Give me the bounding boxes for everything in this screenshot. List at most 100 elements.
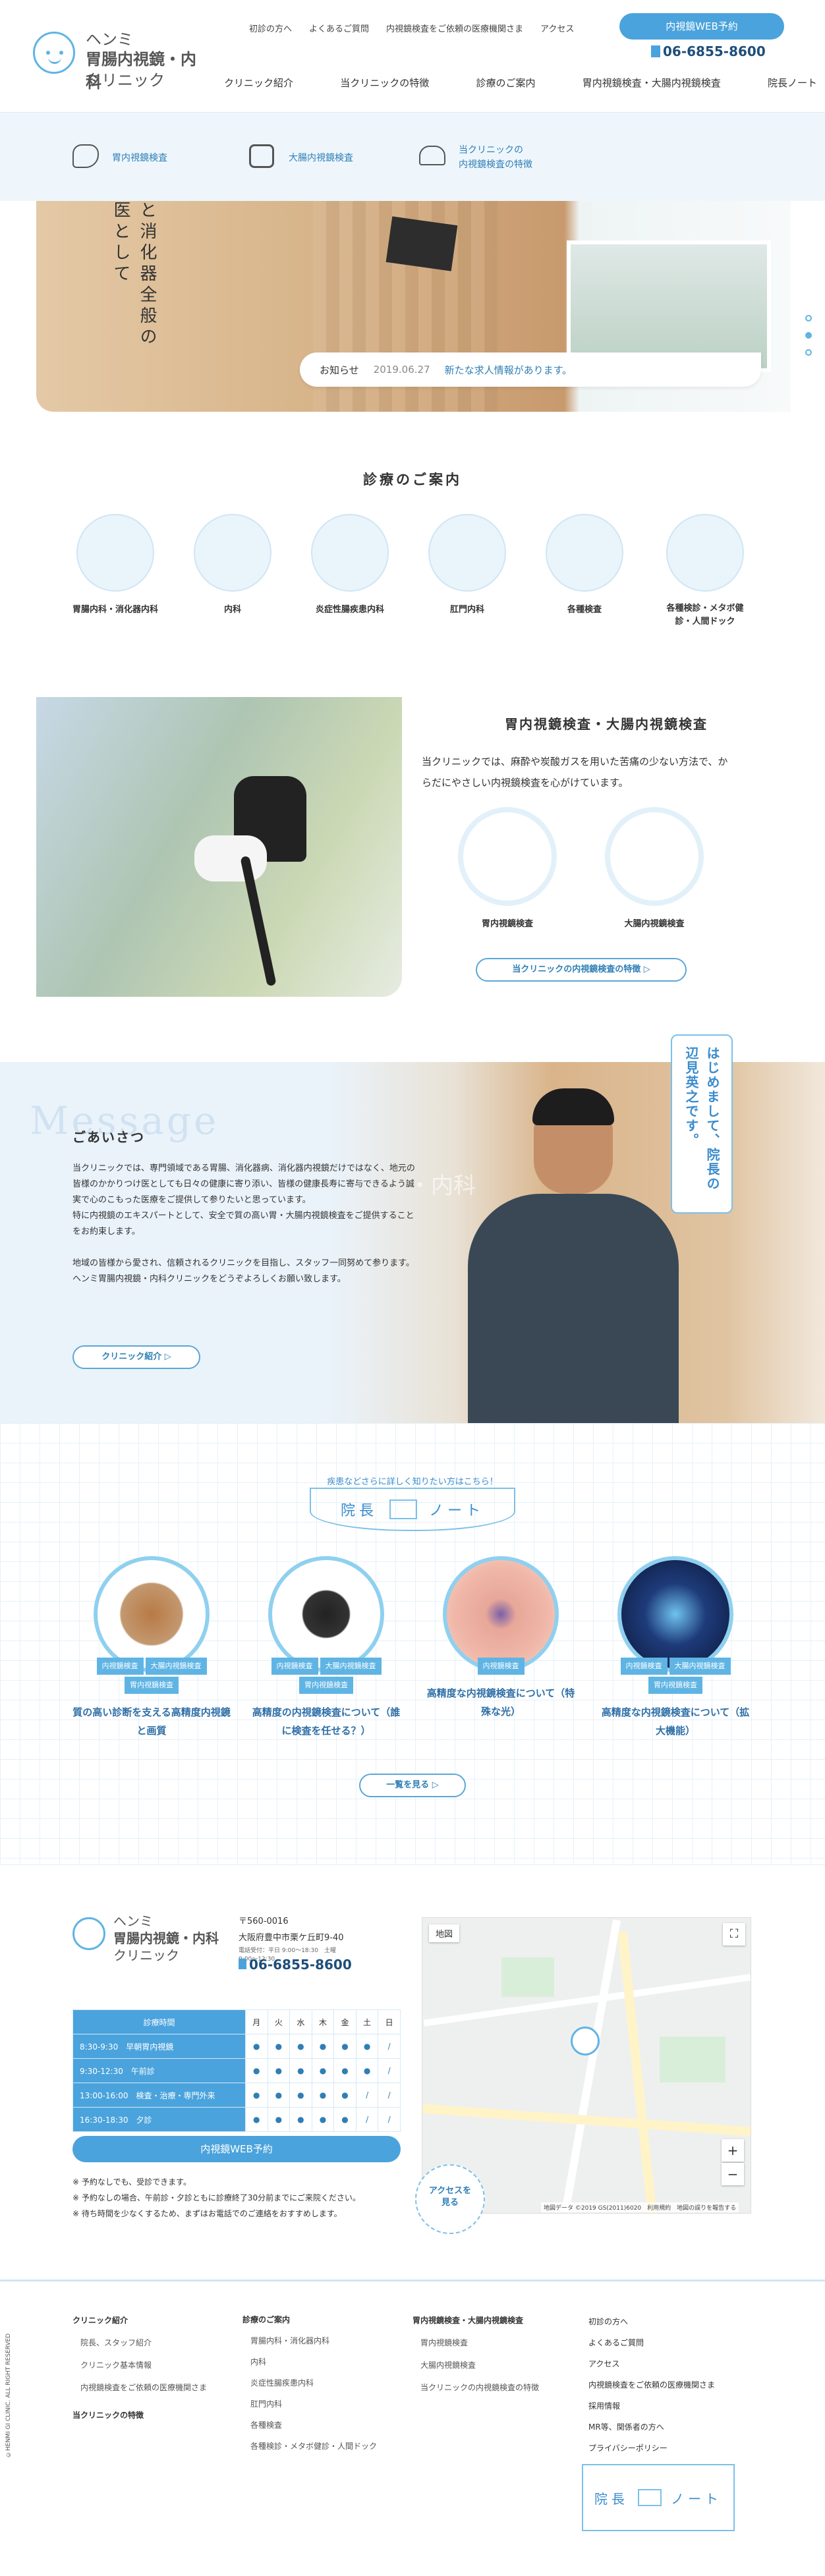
note-post-image — [617, 1556, 733, 1672]
access-postal: 〒560-0016 — [239, 1917, 289, 1926]
note-post-3[interactable]: 内視鏡検査 高精度な内視鏡検査について（特殊な光） — [415, 1556, 586, 1721]
footer-link[interactable]: 各種検診・メタボ健診・人間ドック — [242, 2436, 401, 2457]
note-more-button[interactable]: 一覧を見る ▷ — [359, 1774, 466, 1797]
service-gastro[interactable]: 胃腸内科・消化器内科 — [63, 514, 168, 615]
note-post-title[interactable]: 質の高い診断を支える高精度内視鏡と画質 — [66, 1703, 237, 1740]
footer-link[interactable]: 当クリニックの内視鏡検査の特徴 — [412, 2376, 577, 2399]
note-post-2[interactable]: 内視鏡検査 大腸内視鏡検査 胃内視鏡検査 高精度の内視鏡検査について（誰に検査を任… — [241, 1556, 412, 1740]
endoscopy-colon[interactable]: 大腸内視鏡検査 — [605, 807, 704, 929]
endoscopy-features-button[interactable]: 当クリニックの内視鏡検査の特徴 ▷ — [476, 958, 687, 982]
access-web-button[interactable]: 内視鏡WEB予約 — [72, 2136, 401, 2162]
footer-link[interactable]: 各種検査 — [242, 2415, 401, 2436]
note-post-title[interactable]: 高精度な内視鏡検査について（拡大機能） — [590, 1703, 761, 1740]
footer-link[interactable]: 胃腸内科・消化器内科 — [242, 2330, 401, 2351]
tag[interactable]: 内視鏡検査 — [620, 1658, 668, 1675]
footer-link[interactable]: 採用情報 — [588, 2395, 753, 2417]
footer-link[interactable]: プライバシーポリシー — [588, 2438, 753, 2459]
hero-dot-1[interactable] — [805, 315, 812, 322]
nav-features[interactable]: 当クリニックの特徴 — [340, 76, 429, 90]
access-badge[interactable]: アクセスを見る — [415, 2164, 485, 2234]
footer-link[interactable]: クリニック基本情報 — [72, 2354, 224, 2376]
footer-link[interactable]: よくあるご質問 — [588, 2332, 753, 2353]
top-link-access[interactable]: アクセス — [540, 22, 574, 34]
endoscopy-desc: 当クリニックでは、麻酔や炭酸ガスを用いた苦痛の少ない方法で、からだにやさしい内視… — [422, 756, 728, 789]
note-title-b: ノート — [429, 1503, 485, 1519]
note-tags: 内視鏡検査 大腸内視鏡検査 胃内視鏡検査 — [590, 1658, 761, 1694]
footer-note-a: 院長 — [594, 2490, 629, 2507]
access-address: 大阪府豊中市栗ケ丘町9-40 — [239, 1933, 344, 1943]
service-internal[interactable]: 内科 — [180, 514, 285, 615]
footer-note-b: ノート — [671, 2490, 722, 2507]
service-anal[interactable]: 肛門内科 — [414, 514, 520, 615]
footer-link[interactable]: 胃内視鏡検査 — [412, 2332, 577, 2354]
logo-face-icon — [33, 32, 75, 74]
top-link-referral[interactable]: 内視鏡検査をご依頼の医療機関さま — [386, 22, 523, 34]
hero-dot-2[interactable] — [805, 332, 812, 339]
access-phone-number[interactable]: 06-6855-8600 — [249, 1957, 352, 1973]
logo[interactable]: ヘンミ 胃腸内視鏡・内科 クリニック — [33, 26, 204, 92]
service-checkup-label: 各種検診・メタボ健診・人間ドック — [666, 603, 744, 627]
web-reserve-button[interactable]: 内視鏡WEB予約 — [619, 13, 784, 40]
clinic-intro-button[interactable]: クリニック紹介 ▷ — [72, 1345, 200, 1369]
hours-header-mon: 月 — [245, 2009, 268, 2034]
footer-link[interactable]: 内科 — [242, 2351, 401, 2372]
nav-endoscopy[interactable]: 胃内視鏡検査・大腸内視鏡検査 — [583, 76, 721, 90]
top-link-faq[interactable]: よくあるご質問 — [309, 22, 369, 34]
news-text[interactable]: 新たな求人情報があります。 — [445, 363, 573, 377]
zoom-in-button[interactable]: + — [722, 2139, 744, 2162]
footer-col1-title2[interactable]: 当クリニックの特徴 — [72, 2404, 224, 2426]
footer-link[interactable]: 内視鏡検査をご依頼の医療機関さま — [72, 2376, 224, 2399]
note-post-image — [443, 1556, 559, 1672]
nav-note[interactable]: 院長ノート — [768, 76, 817, 90]
endoscopy-gastric[interactable]: 胃内視鏡検査 — [458, 807, 557, 929]
footer-col2: 診療のご案内 胃腸内科・消化器内科 内科 炎症性腸疾患内科 肛門内科 各種検査 … — [242, 2309, 401, 2457]
tag[interactable]: 内視鏡検査 — [477, 1658, 525, 1675]
footer-col3-title[interactable]: 胃内視鏡検査・大腸内視鏡検査 — [412, 2309, 577, 2332]
note-post-title[interactable]: 高精度の内視鏡検査について（誰に検査を任せる？） — [241, 1703, 412, 1740]
header-phone-number[interactable]: 06-6855-8600 — [663, 43, 766, 59]
doctor-photo — [461, 1088, 685, 1423]
nav-services[interactable]: 診療のご案内 — [476, 76, 535, 90]
subnav-gastric[interactable]: 胃内視鏡検査 — [72, 140, 204, 173]
tag[interactable]: 胃内視鏡検査 — [125, 1677, 179, 1694]
footer-link[interactable]: 内視鏡検査をご依頼の医療機関さま — [588, 2374, 753, 2395]
service-tests[interactable]: 各種検査 — [532, 514, 637, 615]
note-post-title[interactable]: 高精度な内視鏡検査について（特殊な光） — [415, 1684, 586, 1721]
hero-vertical-text-1: と消化器全般の — [137, 201, 157, 349]
hours-header-wed: 水 — [289, 2009, 312, 2034]
access-map[interactable]: 地図 ⛶ + − 地図データ ©2019 GS(2011)6020 利用規約 地… — [422, 1917, 751, 2214]
fullscreen-icon[interactable]: ⛶ — [723, 1923, 745, 1946]
nav-clinic[interactable]: クリニック紹介 — [224, 76, 293, 90]
footer-link[interactable]: 肛門内科 — [242, 2394, 401, 2415]
zoom-out-button[interactable]: − — [722, 2163, 744, 2185]
note-post-1[interactable]: 内視鏡検査 大腸内視鏡検査 胃内視鏡検査 質の高い診断を支える高精度内視鏡と画質 — [66, 1556, 237, 1740]
footer-col1-title[interactable]: クリニック紹介 — [72, 2309, 224, 2332]
tag[interactable]: 内視鏡検査 — [271, 1658, 318, 1675]
footer-link[interactable]: アクセス — [588, 2353, 753, 2374]
footer-link[interactable]: 院長、スタッフ紹介 — [72, 2332, 224, 2354]
service-ibd[interactable]: 炎症性腸疾患内科 — [297, 514, 403, 615]
map-label[interactable]: 地図 — [429, 1924, 460, 1942]
tag[interactable]: 大腸内視鏡検査 — [145, 1658, 207, 1675]
subnav-features[interactable]: 当クリニックの 内視鏡検査の特徴 — [419, 140, 590, 173]
tag[interactable]: 大腸内視鏡検査 — [669, 1658, 731, 1675]
footer-link[interactable]: 炎症性腸疾患内科 — [242, 2372, 401, 2394]
tag[interactable]: 胃内視鏡検査 — [299, 1677, 353, 1694]
service-checkup[interactable]: 各種検診・メタボ健診・人間ドック — [649, 514, 761, 629]
news-bar[interactable]: お知らせ 2019.06.27 新たな求人情報があります。 — [300, 352, 761, 387]
subnav-colon[interactable]: 大腸内視鏡検査 — [249, 140, 394, 173]
top-link-first-visit[interactable]: 初診の方へ — [249, 22, 292, 34]
tag[interactable]: 胃内視鏡検査 — [648, 1677, 702, 1694]
hours-cell: / — [378, 2083, 401, 2108]
footer-link[interactable]: 大腸内視鏡検査 — [412, 2354, 577, 2376]
hero-dot-3[interactable] — [805, 349, 812, 356]
footer-col2-title[interactable]: 診療のご案内 — [242, 2309, 401, 2330]
service-anal-label: 肛門内科 — [449, 605, 484, 615]
tag[interactable]: 内視鏡検査 — [96, 1658, 144, 1675]
footer-note-banner[interactable]: 院長 ノート — [582, 2464, 735, 2531]
footer-col1: クリニック紹介 院長、スタッフ紹介 クリニック基本情報 内視鏡検査をご依頼の医療… — [72, 2309, 224, 2426]
tag[interactable]: 大腸内視鏡検査 — [320, 1658, 382, 1675]
note-post-4[interactable]: 内視鏡検査 大腸内視鏡検査 胃内視鏡検査 高精度な内視鏡検査について（拡大機能） — [590, 1556, 761, 1740]
footer-link[interactable]: 初診の方へ — [588, 2311, 753, 2332]
footer-link[interactable]: MR等、関係者の方へ — [588, 2417, 753, 2438]
